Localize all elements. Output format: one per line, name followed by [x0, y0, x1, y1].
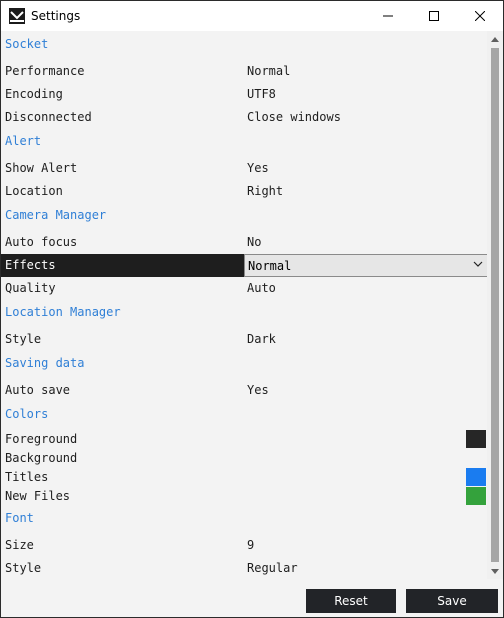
new-files-color-swatch[interactable] — [466, 487, 486, 505]
scroll-up-arrow-icon — [491, 36, 499, 42]
minimize-icon — [383, 15, 393, 17]
row-label: Quality — [5, 281, 56, 295]
maximize-button[interactable] — [411, 1, 457, 31]
row-label: Style — [5, 561, 42, 575]
row-value[interactable]: Yes — [247, 383, 269, 397]
row-label: Size — [5, 538, 34, 552]
row-label: Foreground — [5, 432, 78, 446]
maximize-icon — [429, 11, 439, 21]
row-value[interactable]: Regular — [247, 561, 298, 575]
section-saving-data: Saving data — [5, 356, 85, 370]
row-label: Background — [5, 451, 78, 465]
row-background[interactable]: Background — [1, 447, 487, 466]
chevron-down-icon — [473, 261, 483, 267]
titles-color-swatch[interactable] — [466, 468, 486, 486]
footer-bar: Reset Save — [1, 579, 503, 617]
scroll-up-button[interactable] — [487, 31, 503, 47]
close-icon — [475, 11, 485, 21]
row-auto-save[interactable]: Auto save Yes — [1, 379, 487, 402]
minimize-button[interactable] — [365, 1, 411, 31]
section-alert: Alert — [5, 134, 42, 148]
row-label: Auto focus — [5, 235, 78, 249]
row-value[interactable]: UTF8 — [247, 87, 276, 101]
row-titles[interactable]: Titles — [1, 466, 487, 486]
row-label: Disconnected — [5, 110, 92, 124]
row-encoding[interactable]: Encoding UTF8 — [1, 83, 487, 106]
row-style-location[interactable]: Style Dark — [1, 328, 487, 351]
row-font-size[interactable]: Size 9 — [1, 534, 487, 557]
row-new-files[interactable]: New Files — [1, 485, 487, 505]
section-colors: Colors — [5, 407, 49, 421]
row-label: Effects — [5, 258, 56, 272]
row-value[interactable]: No — [247, 235, 261, 249]
row-label: Titles — [5, 470, 49, 484]
scroll-down-arrow-icon — [491, 568, 499, 574]
section-location-manager: Location Manager — [5, 305, 121, 319]
row-value[interactable]: Yes — [247, 161, 269, 175]
vertical-scrollbar[interactable] — [487, 31, 503, 579]
save-button[interactable]: Save — [406, 589, 498, 613]
row-label: Encoding — [5, 87, 63, 101]
title-bar[interactable]: Settings — [1, 1, 503, 31]
row-location[interactable]: Location Right — [1, 180, 487, 203]
row-font-style[interactable]: Style Regular — [1, 557, 487, 579]
row-label: Show Alert — [5, 161, 78, 175]
row-show-alert[interactable]: Show Alert Yes — [1, 157, 487, 180]
row-label: Auto save — [5, 383, 71, 397]
settings-window: Settings Socket Performance Normal Encod… — [0, 0, 504, 618]
row-value[interactable]: Close windows — [247, 110, 341, 124]
row-performance[interactable]: Performance Normal — [1, 60, 487, 83]
row-label: Performance — [5, 64, 85, 78]
reset-button[interactable]: Reset — [306, 589, 396, 613]
scroll-down-button[interactable] — [487, 563, 503, 579]
row-value[interactable]: Auto — [247, 281, 276, 295]
section-socket: Socket — [5, 37, 49, 51]
row-label: Style — [5, 332, 42, 346]
section-font: Font — [5, 511, 34, 525]
row-label: New Files — [5, 489, 71, 503]
row-value[interactable]: Dark — [247, 332, 276, 346]
row-value[interactable]: 9 — [247, 538, 254, 552]
foreground-color-swatch[interactable] — [466, 430, 486, 448]
close-button[interactable] — [457, 1, 503, 31]
app-logo-icon — [9, 8, 25, 24]
row-quality[interactable]: Quality Auto — [1, 277, 487, 300]
row-auto-focus[interactable]: Auto focus No — [1, 231, 487, 254]
row-disconnected[interactable]: Disconnected Close windows — [1, 106, 487, 129]
row-foreground[interactable]: Foreground — [1, 428, 487, 448]
row-effects[interactable]: Effects Normal — [1, 254, 487, 277]
effects-dropdown[interactable]: Normal — [244, 254, 487, 277]
section-camera-manager: Camera Manager — [5, 208, 107, 222]
scrollbar-thumb[interactable] — [491, 48, 499, 562]
row-label: Location — [5, 184, 63, 198]
dropdown-selected-value: Normal — [248, 259, 292, 273]
row-value[interactable]: Right — [247, 184, 283, 198]
settings-list[interactable]: Socket Performance Normal Encoding UTF8 … — [1, 31, 487, 579]
window-title: Settings — [31, 9, 81, 23]
row-value[interactable]: Normal — [247, 64, 290, 78]
